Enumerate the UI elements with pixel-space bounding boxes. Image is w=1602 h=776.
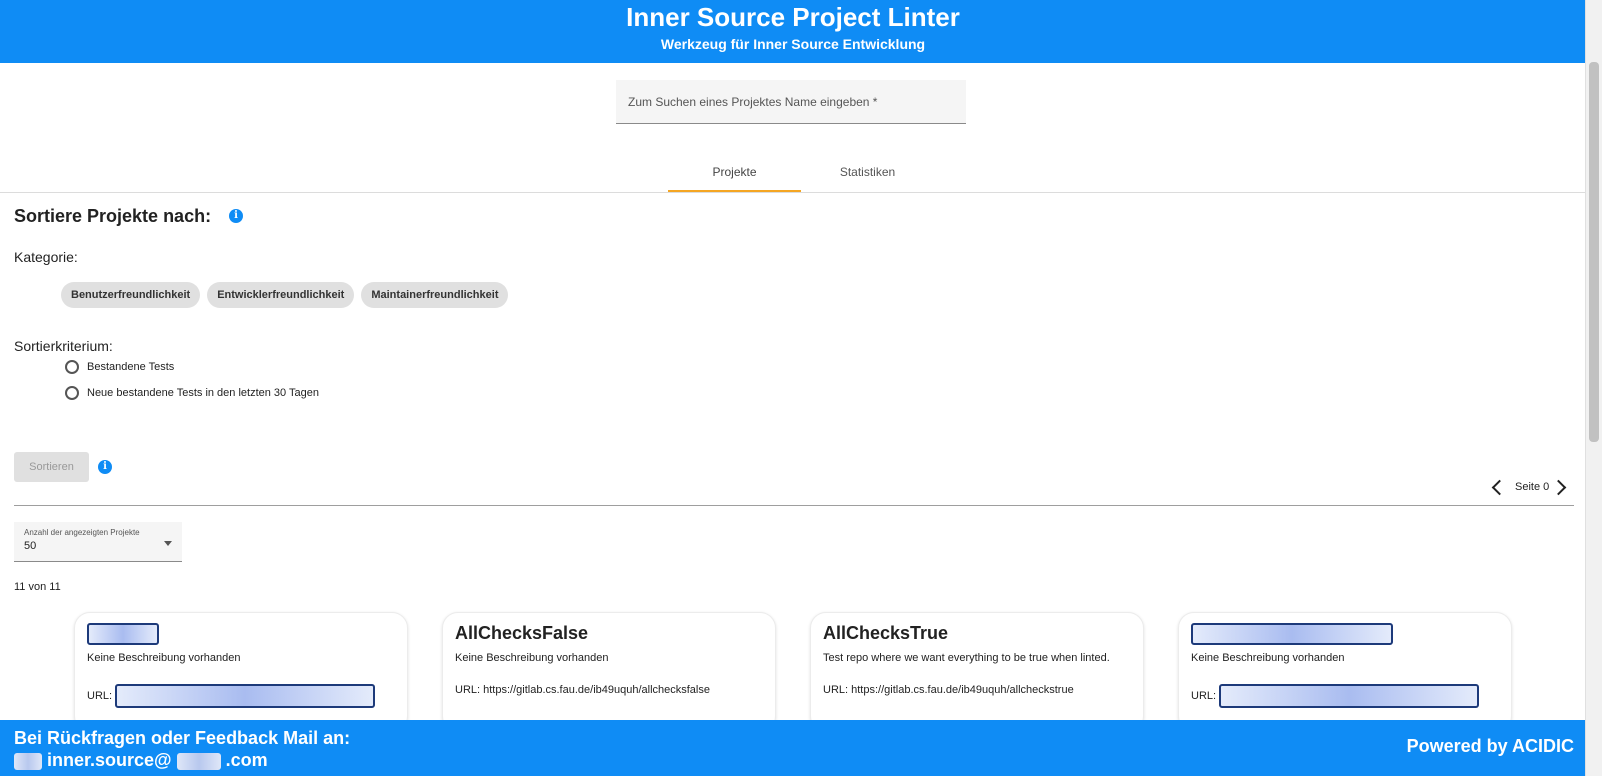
page-size-select[interactable]: Anzahl der angezeigten Projekte 50 xyxy=(14,522,182,562)
project-description: Keine Beschreibung vorhanden xyxy=(455,652,609,664)
radio-option-bestandene-tests[interactable]: Bestandene Tests xyxy=(65,360,174,374)
redacted-url xyxy=(115,684,376,708)
project-url: URL: https://gitlab.cs.fau.de/ib49uquh/a… xyxy=(455,684,763,696)
category-chip-list: Benutzerfreundlichkeit Entwicklerfreundl… xyxy=(61,282,509,308)
email-suffix: .com xyxy=(225,750,268,770)
page-size-value: 50 xyxy=(24,540,37,552)
chevron-right-icon[interactable] xyxy=(1550,479,1567,495)
app-subtitle: Werkzeug für Inner Source Entwicklung xyxy=(660,36,926,52)
redacted-email-domain xyxy=(176,752,221,770)
radio-option-neue-tests[interactable]: Neue bestandene Tests in den letzten 30 … xyxy=(65,386,319,400)
project-search-field[interactable] xyxy=(616,80,966,124)
project-name: AllChecksFalse xyxy=(455,623,589,643)
url-label: URL: xyxy=(455,684,481,696)
vertical-scrollbar[interactable] xyxy=(1585,0,1602,776)
project-description: Test repo where we want everything to be… xyxy=(823,652,1110,664)
project-name: AllChecksTrue xyxy=(823,623,949,643)
url-value[interactable]: https://gitlab.cs.fau.de/ib49uquh/allche… xyxy=(851,684,1074,696)
result-count: 11 von 11 xyxy=(14,581,61,593)
redacted-name xyxy=(1191,623,1393,646)
tab-bar: Projekte Statistiken xyxy=(668,158,934,192)
sort-button[interactable]: Sortieren xyxy=(14,452,89,482)
project-card[interactable]: AllChecksFalse Keine Beschreibung vorhan… xyxy=(442,612,776,732)
project-name xyxy=(87,623,395,646)
email-part: inner.source@ xyxy=(47,750,172,770)
project-card[interactable]: Keine Beschreibung vorhanden URL: xyxy=(74,612,408,732)
app-header: Inner Source Project Linter Werkzeug für… xyxy=(0,0,1586,63)
category-label: Kategorie: xyxy=(14,249,78,265)
chip-entwicklerfreundlichkeit[interactable]: Entwicklerfreundlichkeit xyxy=(207,282,355,308)
feedback-email: inner.source@ .com xyxy=(14,750,268,771)
chip-maintainerfreundlichkeit[interactable]: Maintainerfreundlichkeit xyxy=(361,282,509,308)
url-label: URL: xyxy=(1191,689,1217,702)
radio-label: Bestandene Tests xyxy=(87,361,175,373)
project-name xyxy=(1191,623,1499,646)
project-url: URL: https://gitlab.cs.fau.de/ib49uquh/a… xyxy=(823,684,1131,696)
divider xyxy=(14,505,1574,506)
radio-button[interactable] xyxy=(65,360,79,374)
page-size-label: Anzahl der angezeigten Projekte xyxy=(24,528,140,537)
radio-label: Neue bestandene Tests in den letzten 30 … xyxy=(87,387,319,399)
page-label: Seite 0 xyxy=(1515,481,1550,493)
project-search-input[interactable] xyxy=(626,94,960,110)
redacted-url xyxy=(1219,684,1480,708)
tab-projekte[interactable]: Projekte xyxy=(668,158,801,192)
chevron-left-icon[interactable] xyxy=(1491,479,1508,495)
scrollbar-thumb[interactable] xyxy=(1589,62,1599,442)
feedback-text: Bei Rückfragen oder Feedback Mail an: xyxy=(14,728,351,748)
criterion-label: Sortierkriterium: xyxy=(14,338,113,354)
tab-divider xyxy=(0,192,1586,193)
url-label: URL: xyxy=(823,684,849,696)
powered-by: Powered by ACIDIC xyxy=(1406,736,1574,756)
pagination: Seite 0 xyxy=(1491,479,1567,495)
sort-title: Sortiere Projekte nach: xyxy=(14,206,212,226)
app-footer: Bei Rückfragen oder Feedback Mail an: in… xyxy=(0,720,1586,776)
redacted-name xyxy=(87,623,159,646)
chevron-down-icon xyxy=(164,541,172,546)
url-label: URL: xyxy=(87,689,113,702)
redacted-email-prefix xyxy=(14,752,42,770)
project-url: URL: xyxy=(1191,684,1499,708)
project-url: URL: xyxy=(87,684,395,708)
info-icon[interactable]: i xyxy=(229,209,243,223)
radio-button[interactable] xyxy=(65,386,79,400)
chip-benutzerfreundlichkeit[interactable]: Benutzerfreundlichkeit xyxy=(61,282,201,308)
tab-statistiken[interactable]: Statistiken xyxy=(801,158,934,192)
info-icon[interactable]: i xyxy=(98,460,112,474)
project-description: Keine Beschreibung vorhanden xyxy=(87,652,241,664)
project-description: Keine Beschreibung vorhanden xyxy=(1191,652,1345,664)
project-card[interactable]: Keine Beschreibung vorhanden URL: xyxy=(1178,612,1512,732)
project-card[interactable]: AllChecksTrue Test repo where we want ev… xyxy=(810,612,1144,732)
app-title: Inner Source Project Linter xyxy=(626,2,960,32)
url-value[interactable]: https://gitlab.cs.fau.de/ib49uquh/allche… xyxy=(483,684,710,696)
